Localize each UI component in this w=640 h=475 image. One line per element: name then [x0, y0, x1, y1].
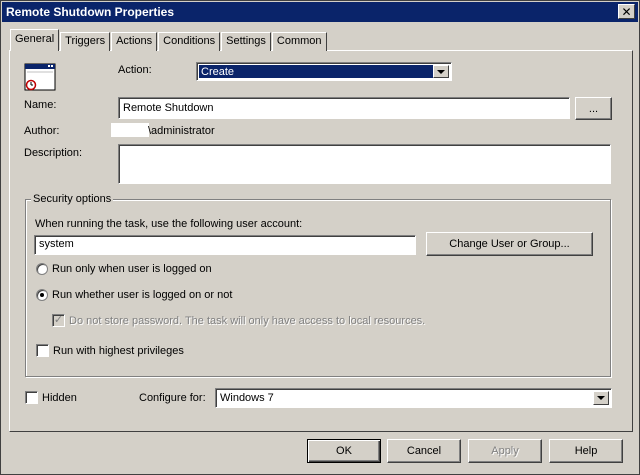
ok-button[interactable]: OK [307, 439, 381, 463]
action-select[interactable]: Create [196, 62, 452, 81]
name-label: Name: [24, 99, 57, 111]
configure-for-select[interactable]: Windows 7 [215, 388, 612, 408]
browse-button[interactable]: ... [575, 97, 612, 120]
description-label: Description: [24, 147, 83, 159]
account-prompt: When running the task, use the following… [35, 218, 303, 230]
no-store-password-label: Do not store password. The task will onl… [69, 315, 426, 327]
description-input[interactable] [118, 144, 611, 184]
user-account-input[interactable]: system [34, 235, 416, 255]
tab-conditions[interactable]: Conditions [158, 32, 221, 51]
apply-button[interactable]: Apply [468, 439, 542, 463]
scheduled-task-icon [24, 63, 56, 91]
highest-privileges-checkbox[interactable] [36, 344, 49, 357]
change-user-button[interactable]: Change User or Group... [426, 232, 593, 256]
no-store-password-checkbox[interactable]: ✓ [52, 314, 65, 327]
window-title: Remote Shutdown Properties [6, 5, 175, 19]
action-value: Create [199, 65, 433, 78]
highest-privileges-label[interactable]: Run with highest privileges [53, 345, 184, 357]
run-logged-on-label[interactable]: Run only when user is logged on [52, 263, 212, 275]
chevron-down-icon [437, 69, 445, 74]
configure-for-label: Configure for: [139, 392, 206, 404]
run-whether-radio[interactable] [36, 289, 48, 301]
configure-dropdown-button[interactable] [593, 391, 609, 405]
author-label: Author: [24, 125, 60, 137]
title-bar[interactable]: Remote Shutdown Properties ✕ [2, 2, 638, 22]
tab-general[interactable]: General [10, 29, 60, 51]
redacted-username [111, 123, 149, 137]
name-input[interactable]: Remote Shutdown [118, 97, 570, 119]
tab-settings[interactable]: Settings [221, 32, 271, 51]
security-options-title: Security options [31, 193, 114, 205]
author-value: \administrator [148, 125, 215, 137]
run-whether-label[interactable]: Run whether user is logged on or not [52, 289, 232, 301]
configure-for-value: Windows 7 [220, 392, 274, 404]
hidden-label[interactable]: Hidden [42, 392, 77, 404]
action-dropdown-button[interactable] [433, 65, 449, 78]
action-label: Action: [118, 64, 152, 76]
help-button[interactable]: Help [549, 439, 623, 463]
tab-actions[interactable]: Actions [111, 32, 158, 51]
cancel-button[interactable]: Cancel [387, 439, 461, 463]
tab-strip: General Triggers Actions Conditions Sett… [10, 29, 328, 51]
close-icon: ✕ [621, 4, 632, 19]
run-logged-on-radio[interactable] [36, 263, 48, 275]
dialog-window: Remote Shutdown Properties ✕ General Tri… [0, 0, 640, 475]
tab-common[interactable]: Common [271, 32, 327, 51]
hidden-checkbox[interactable] [25, 391, 38, 404]
close-button[interactable]: ✕ [618, 4, 635, 19]
chevron-down-icon [597, 396, 605, 400]
tab-triggers[interactable]: Triggers [60, 32, 111, 51]
